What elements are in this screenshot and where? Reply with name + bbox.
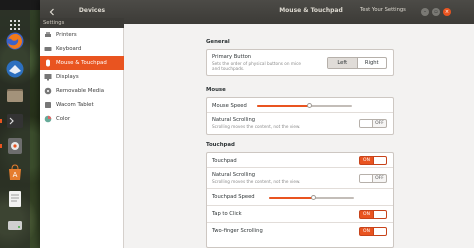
sidebar-item-label: Displays <box>56 74 79 80</box>
sidebar-item-label: Removable Media <box>56 88 105 94</box>
minimize-icon: – <box>423 8 427 15</box>
section-title: Devices <box>78 7 106 14</box>
mouse-panel: Mouse Speed Natural Scrolling Scrolling … <box>206 97 394 135</box>
mouse-speed-row: Mouse Speed <box>207 98 393 113</box>
terminal-icon[interactable] <box>0 110 26 132</box>
settings-icon[interactable] <box>0 135 26 157</box>
removable-media-icon <box>44 87 52 95</box>
maximize-button[interactable]: ▫ <box>432 8 440 16</box>
switch-knob <box>373 228 386 235</box>
sidebar-item-mouse-touchpad[interactable]: Mouse & Touchpad <box>40 56 124 70</box>
sidebar-item-removable-media[interactable]: Removable Media <box>40 84 124 98</box>
sidebar-item-label: Keyboard <box>56 46 82 52</box>
right-button-option[interactable]: Right <box>358 58 387 68</box>
touchpad-speed-row: Touchpad Speed <box>207 189 393 206</box>
svg-text:A: A <box>13 171 18 179</box>
switch-state: OFF <box>375 121 384 126</box>
switch-state: ON <box>363 158 370 163</box>
touchpad-toggle-row: Touchpad ON <box>207 153 393 168</box>
primary-button-row: Primary Button Sets the order of physica… <box>207 50 393 75</box>
settings-window: Devices Mouse & Touchpad Test Your Setti… <box>40 0 474 248</box>
general-heading: General <box>206 39 230 45</box>
slider-thumb[interactable] <box>310 195 316 200</box>
sidebar-item-wacom-tablet[interactable]: Wacom Tablet <box>40 98 124 112</box>
sidebar-item-displays[interactable]: Displays <box>40 70 124 84</box>
touchpad-label: Touchpad <box>212 158 237 164</box>
color-icon <box>44 115 52 123</box>
chevron-left-icon <box>49 8 54 16</box>
thunderbird-icon[interactable] <box>4 58 26 80</box>
sidebar: Printers Keyboard Mouse & Touchpad Displ… <box>40 28 124 248</box>
close-icon: × <box>444 8 450 15</box>
launcher: A <box>0 10 30 248</box>
slider-fill <box>257 105 310 107</box>
switch-knob <box>360 120 373 127</box>
display-icon <box>44 73 52 81</box>
removable-drive-icon[interactable] <box>4 214 26 236</box>
printer-icon <box>44 31 52 39</box>
primary-button-description: Sets the order of physical buttons on mi… <box>212 61 301 71</box>
touchpad-heading: Touchpad <box>206 142 235 148</box>
switch-knob <box>373 157 386 164</box>
switch-state: ON <box>363 229 370 234</box>
files-icon[interactable] <box>4 84 26 106</box>
natural-scrolling-description: Scrolling moves the content, not the vie… <box>212 179 301 184</box>
sidebar-item-label: Printers <box>56 32 77 38</box>
touchpad-natural-scrolling-switch[interactable]: OFF <box>359 174 387 183</box>
primary-button-label: Primary Button <box>212 54 252 60</box>
touchpad-speed-slider[interactable] <box>269 195 354 200</box>
natural-scrolling-description: Scrolling moves the content, not the vie… <box>212 124 301 129</box>
maximize-icon: ▫ <box>434 8 438 15</box>
left-button-option[interactable]: Left <box>328 58 358 68</box>
mouse-natural-scrolling-row: Natural Scrolling Scrolling moves the co… <box>207 113 393 134</box>
sidebar-item-label: Mouse & Touchpad <box>56 60 107 66</box>
slider-fill <box>269 197 314 199</box>
two-finger-scrolling-label: Two-finger Scrolling <box>212 228 263 234</box>
two-finger-scrolling-row: Two-finger Scrolling ON <box>207 223 393 240</box>
settings-label: Settings <box>40 18 124 28</box>
content-area: General Primary Button Sets the order of… <box>125 24 474 248</box>
switch-state: ON <box>363 212 370 217</box>
switch-knob <box>373 211 386 218</box>
touchpad-speed-label: Touchpad Speed <box>212 194 255 200</box>
mouse-speed-slider[interactable] <box>257 103 352 108</box>
keyboard-icon <box>44 45 52 53</box>
switch-knob <box>360 175 373 182</box>
two-finger-scrolling-switch[interactable]: ON <box>359 227 387 236</box>
sidebar-item-keyboard[interactable]: Keyboard <box>40 42 124 56</box>
tap-to-click-switch[interactable]: ON <box>359 210 387 219</box>
switch-state: OFF <box>375 176 384 181</box>
sidebar-item-label: Wacom Tablet <box>56 102 94 108</box>
text-editor-icon[interactable] <box>4 188 26 210</box>
sidebar-item-label: Color <box>56 116 71 122</box>
software-center-icon[interactable]: A <box>4 162 26 184</box>
touchpad-panel: Touchpad ON Natural Scrolling Scrolling … <box>206 152 394 248</box>
primary-button-toggle: Left Right <box>327 57 387 69</box>
general-panel: Primary Button Sets the order of physica… <box>206 49 394 76</box>
window-title: Mouse & Touchpad <box>279 7 343 14</box>
close-button[interactable]: × <box>443 8 451 16</box>
sidebar-item-color[interactable]: Color <box>40 112 124 126</box>
touchpad-natural-scrolling-row: Natural Scrolling Scrolling moves the co… <box>207 168 393 189</box>
natural-scrolling-label: Natural Scrolling <box>212 117 256 123</box>
test-settings-button[interactable]: Test Your Settings <box>360 7 406 13</box>
tap-to-click-row: Tap to Click ON <box>207 206 393 223</box>
sidebar-item-printers[interactable]: Printers <box>40 28 124 42</box>
touchpad-switch[interactable]: ON <box>359 156 387 165</box>
tap-to-click-label: Tap to Click <box>212 211 242 217</box>
mouse-speed-label: Mouse Speed <box>212 103 247 109</box>
minimize-button[interactable]: – <box>421 8 429 16</box>
mouse-natural-scrolling-switch[interactable]: OFF <box>359 119 387 128</box>
mouse-icon <box>44 59 52 67</box>
natural-scrolling-label: Natural Scrolling <box>212 172 256 178</box>
firefox-icon[interactable] <box>4 30 26 52</box>
mouse-heading: Mouse <box>206 87 226 93</box>
tablet-icon <box>44 101 52 109</box>
slider-thumb[interactable] <box>306 103 312 108</box>
